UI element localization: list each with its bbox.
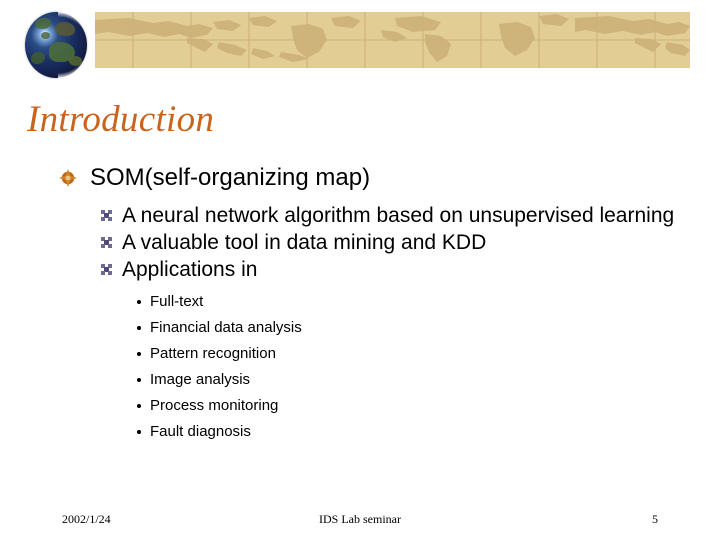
bullet-level3: Full-text <box>0 289 720 315</box>
bullet-level3-label: Full-text <box>150 293 204 310</box>
globe-icon <box>22 9 96 81</box>
bullet-level3-label: Process monitoring <box>150 397 279 414</box>
bullet-level3: Pattern recognition <box>0 341 720 367</box>
slide-footer: 2002/1/24 IDS Lab seminar 5 <box>0 508 720 532</box>
globe-landmass <box>35 18 51 29</box>
bullet-level2-label: A neural network algorithm based on unsu… <box>122 204 675 227</box>
bullet-level1-label: SOM(self-organizing map) <box>90 164 371 191</box>
bullet-level3-label: Image analysis <box>150 371 251 388</box>
round-dot-bullet-icon <box>137 404 141 408</box>
bullet-level3-label: Fault diagnosis <box>150 423 251 440</box>
globe-landmass <box>69 56 82 66</box>
bullet-level1: SOM(self-organizing map) <box>0 163 720 193</box>
globe-landmass <box>31 52 45 64</box>
round-dot-bullet-icon <box>137 300 141 304</box>
bullet-level3: Fault diagnosis <box>0 419 720 445</box>
bullet-level3: Image analysis <box>0 367 720 393</box>
footer-page-number: 5 <box>652 512 658 526</box>
bullet-level2-group: A neural network algorithm based on unsu… <box>0 203 720 283</box>
bullet-level2-label: A valuable tool in data mining and KDD <box>122 231 487 254</box>
globe-sphere <box>25 12 87 78</box>
round-dot-bullet-icon <box>137 378 141 382</box>
bullet-level2: A valuable tool in data mining and KDD <box>0 230 720 256</box>
compass-rose-bullet-icon <box>59 169 77 187</box>
globe-landmass <box>55 22 75 36</box>
page-title: Introduction <box>27 99 215 140</box>
square-grid-bullet-icon <box>101 237 112 248</box>
header-banner <box>95 12 690 68</box>
square-grid-bullet-icon <box>101 264 112 275</box>
round-dot-bullet-icon <box>137 352 141 356</box>
square-grid-bullet-icon <box>101 210 112 221</box>
presentation-slide: Introduction SOM(self-organizing map) A … <box>0 0 720 540</box>
world-map-watermark-icon <box>95 12 690 68</box>
globe-landmass <box>41 32 50 39</box>
bullet-level2-label: Applications in <box>122 258 258 281</box>
bullet-level3: Process monitoring <box>0 393 720 419</box>
footer-center-text: IDS Lab seminar <box>319 512 401 526</box>
slide-body: SOM(self-organizing map) A neural networ… <box>0 163 720 445</box>
round-dot-bullet-icon <box>137 326 141 330</box>
bullet-level3-label: Financial data analysis <box>150 319 302 336</box>
round-dot-bullet-icon <box>137 430 141 434</box>
bullet-level3: Financial data analysis <box>0 315 720 341</box>
bullet-level3-label: Pattern recognition <box>150 345 276 362</box>
bullet-level3-group: Full-text Financial data analysis Patter… <box>0 289 720 445</box>
bullet-level2: Applications in <box>0 257 720 283</box>
bullet-level2: A neural network algorithm based on unsu… <box>0 203 720 229</box>
